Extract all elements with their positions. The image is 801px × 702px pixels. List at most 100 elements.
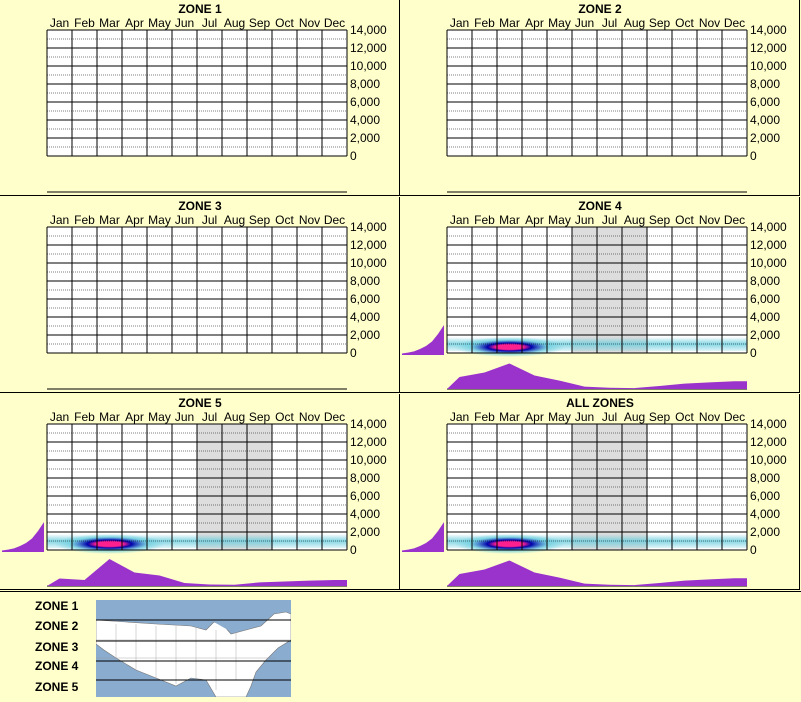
month-label: Oct [275, 213, 294, 227]
y-tick-label: 2,000 [350, 328, 380, 342]
y-tick-label: 8,000 [350, 274, 380, 288]
month-label: Jun [175, 16, 194, 30]
y-tick-label: 14,000 [750, 220, 787, 234]
zone-panel-3: ZONE 3 Jan Feb Mar Apr May Jun Jul Aug Sep Oct Nov D… [0, 197, 400, 393]
month-label: May [148, 410, 171, 424]
y-tick-label: 14,000 [350, 417, 387, 431]
y-tick-label: 4,000 [750, 507, 780, 521]
month-label: Dec [724, 410, 745, 424]
month-label: Mar [499, 410, 520, 424]
month-label: Nov [299, 410, 320, 424]
y-tick-label: 12,000 [750, 238, 787, 252]
month-label: Mar [499, 16, 520, 30]
month-label: Apr [525, 213, 544, 227]
y-tick-label: 8,000 [350, 471, 380, 485]
month-label: Jul [202, 410, 217, 424]
elevation-profile [402, 522, 444, 552]
month-label: Nov [699, 410, 720, 424]
y-tick-label: 14,000 [350, 220, 387, 234]
y-tick-label: 4,000 [350, 507, 380, 521]
elevation-profile [2, 522, 44, 552]
month-label: Jan [50, 410, 69, 424]
elevation-profile [402, 325, 444, 355]
month-label: Aug [624, 410, 645, 424]
month-label: Aug [624, 16, 645, 30]
month-label: Oct [675, 213, 694, 227]
y-tick-label: 12,000 [750, 435, 787, 449]
month-label: Apr [525, 16, 544, 30]
y-tick-label: 10,000 [750, 256, 787, 270]
y-tick-label: 12,000 [350, 435, 387, 449]
y-tick-label: 12,000 [350, 41, 387, 55]
month-label: Feb [74, 213, 95, 227]
y-tick-label: 10,000 [350, 453, 387, 467]
y-tick-label: 14,000 [750, 417, 787, 431]
zone-chart: ZONE 5 Jan Feb Mar Apr May Jun Jul Aug Sep Oct Nov D… [2, 396, 387, 587]
month-label: May [148, 16, 171, 30]
monthly-profile [447, 363, 747, 389]
y-tick-label: 6,000 [350, 95, 380, 109]
y-tick-label: 10,000 [350, 256, 387, 270]
zone-chart: ZONE 4 Jan Feb Mar Apr May Jun Jul Aug Sep Oct Nov D… [402, 199, 787, 390]
month-label: Jan [50, 16, 69, 30]
y-tick-label: 12,000 [350, 238, 387, 252]
y-tick-label: 10,000 [750, 59, 787, 73]
month-label: Oct [275, 16, 294, 30]
month-label: Apr [525, 410, 544, 424]
month-label: Apr [125, 16, 144, 30]
y-tick-label: 2,000 [350, 131, 380, 145]
month-label: Jul [202, 16, 217, 30]
y-tick-label: 6,000 [750, 292, 780, 306]
month-label: Dec [324, 16, 345, 30]
month-label: May [548, 213, 571, 227]
zone-panel-6: ALL ZONES Jan Feb Mar Apr May Jun Jul Aug Sep Oct N… [400, 394, 800, 590]
month-label: Dec [324, 213, 345, 227]
y-tick-label: 10,000 [350, 59, 387, 73]
y-tick-label: 14,000 [750, 23, 787, 37]
month-label: Nov [299, 16, 320, 30]
month-label: Aug [624, 213, 645, 227]
month-label: Dec [724, 16, 745, 30]
y-tick-label: 14,000 [350, 23, 387, 37]
month-label: Jan [450, 410, 469, 424]
month-label: Jun [175, 213, 194, 227]
month-label: Apr [125, 213, 144, 227]
month-label: Jan [450, 213, 469, 227]
month-label: Aug [224, 16, 245, 30]
y-tick-label: 2,000 [750, 131, 780, 145]
month-label: May [548, 410, 571, 424]
monthly-profile [447, 560, 747, 586]
y-tick-label: 6,000 [350, 489, 380, 503]
y-tick-label: 0 [750, 149, 757, 163]
y-tick-label: 2,000 [750, 328, 780, 342]
month-label: Oct [675, 16, 694, 30]
month-label: Sep [249, 410, 271, 424]
legend-zone-2: ZONE 2 [35, 619, 79, 633]
y-tick-label: 12,000 [750, 41, 787, 55]
month-label: Mar [499, 213, 520, 227]
month-label: Jul [602, 213, 617, 227]
y-tick-label: 2,000 [750, 525, 780, 539]
y-tick-label: 6,000 [750, 95, 780, 109]
month-label: Mar [99, 213, 120, 227]
month-label: Sep [249, 213, 271, 227]
y-tick-label: 10,000 [750, 453, 787, 467]
month-label: Sep [649, 16, 671, 30]
zone-map [96, 600, 291, 697]
month-label: Jun [175, 410, 194, 424]
zone-chart: ZONE 3 Jan Feb Mar Apr May Jun Jul Aug Sep Oct Nov D… [46, 199, 387, 390]
month-label: Feb [74, 16, 95, 30]
chart-title: ZONE 1 [178, 2, 222, 16]
month-label: Nov [299, 213, 320, 227]
chart-title: ZONE 3 [178, 199, 222, 213]
month-label: Oct [275, 410, 294, 424]
zone-panel-1: ZONE 1 Jan Feb Mar Apr May Jun Jul Aug Sep Oct Nov D… [0, 0, 400, 196]
month-label: Sep [649, 213, 671, 227]
month-label: Jun [575, 410, 594, 424]
y-tick-label: 8,000 [750, 274, 780, 288]
month-label: Dec [324, 410, 345, 424]
chart-title: ALL ZONES [566, 396, 634, 410]
month-label: Dec [724, 213, 745, 227]
month-label: Jun [575, 213, 594, 227]
y-tick-label: 0 [350, 346, 357, 360]
